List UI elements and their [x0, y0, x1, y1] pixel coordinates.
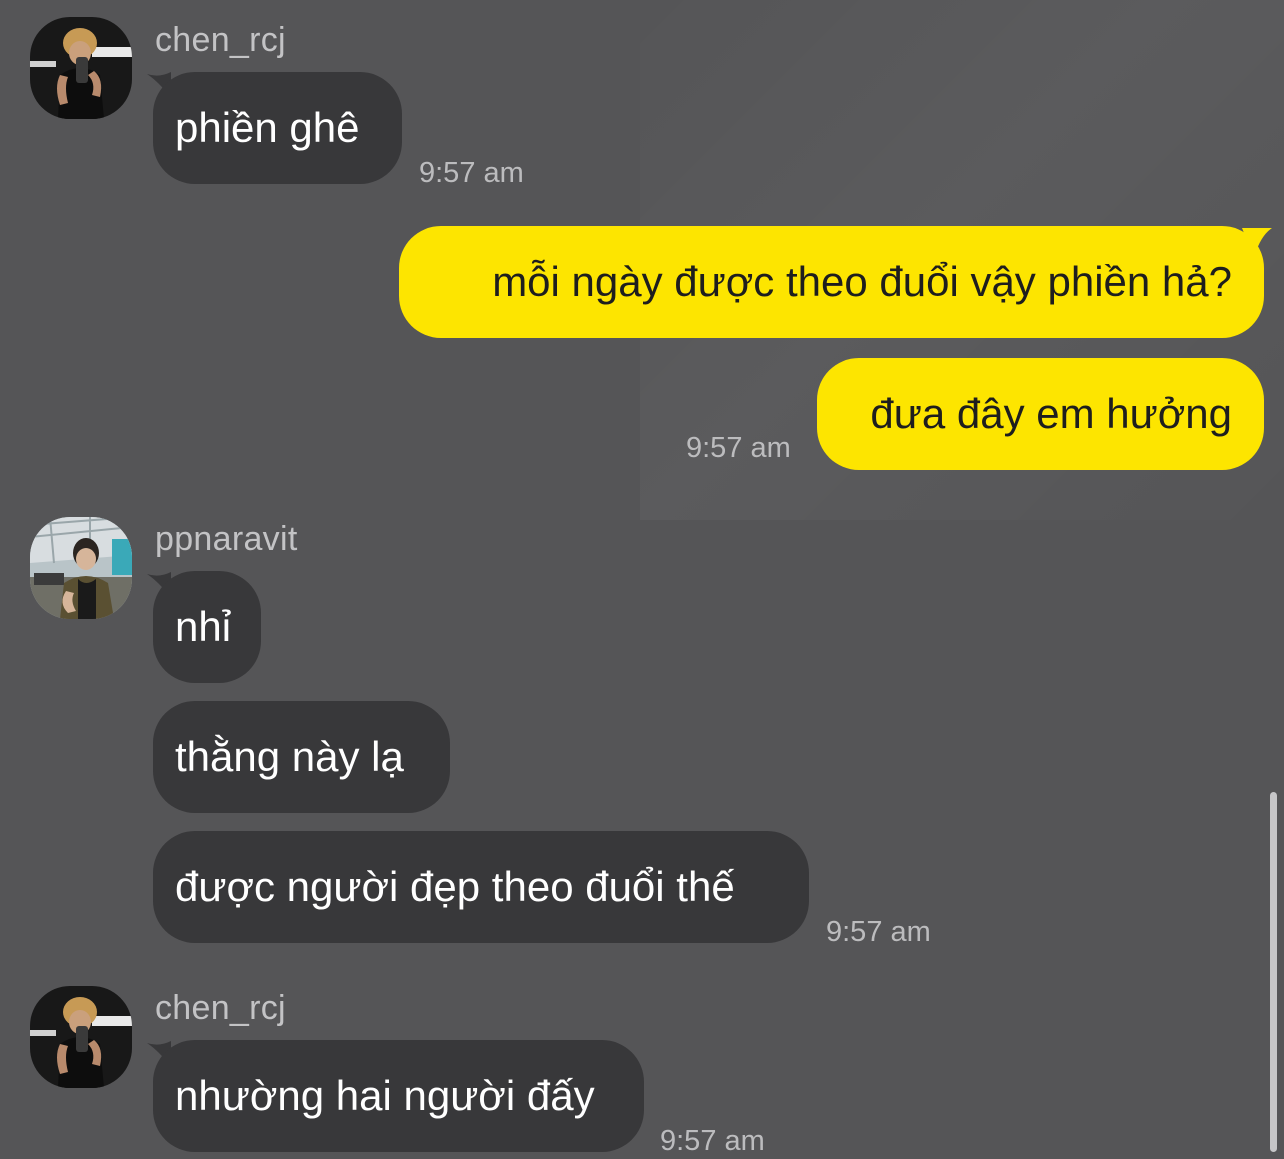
- message-text: đưa đây em hưởng: [870, 390, 1232, 437]
- message-timestamp: 9:57 am: [660, 1125, 765, 1157]
- message-text: được người đẹp theo đuổi thế: [175, 863, 735, 910]
- avatar[interactable]: [30, 17, 132, 119]
- message-bubble[interactable]: đưa đây em hưởng: [817, 358, 1264, 470]
- message-bubble[interactable]: nhường hai người đấy: [153, 1040, 644, 1152]
- message-text: nhỉ: [175, 603, 232, 650]
- message-timestamp: 9:57 am: [826, 916, 931, 948]
- message-timestamp: 9:57 am: [419, 157, 524, 189]
- message-text: phiền ghê: [175, 104, 360, 151]
- avatar[interactable]: [30, 986, 132, 1088]
- message-text: nhường hai người đấy: [175, 1072, 595, 1119]
- message-text: mỗi ngày được theo đuổi vậy phiền hả?: [492, 258, 1232, 305]
- message-text: thằng này lạ: [175, 733, 404, 780]
- message-bubble[interactable]: được người đẹp theo đuổi thế: [153, 831, 809, 943]
- scrollbar[interactable]: [1270, 792, 1277, 1152]
- sender-name: chen_rcj: [155, 989, 286, 1027]
- message-bubble[interactable]: nhỉ: [153, 571, 261, 683]
- avatar[interactable]: [30, 517, 132, 619]
- message-bubble[interactable]: thằng này lạ: [153, 701, 450, 813]
- message-bubble[interactable]: phiền ghê: [153, 72, 402, 184]
- message-timestamp: 9:57 am: [686, 432, 791, 464]
- message-bubble[interactable]: mỗi ngày được theo đuổi vậy phiền hả?: [399, 226, 1264, 338]
- sender-name: ppnaravit: [155, 520, 298, 558]
- sender-name: chen_rcj: [155, 21, 286, 59]
